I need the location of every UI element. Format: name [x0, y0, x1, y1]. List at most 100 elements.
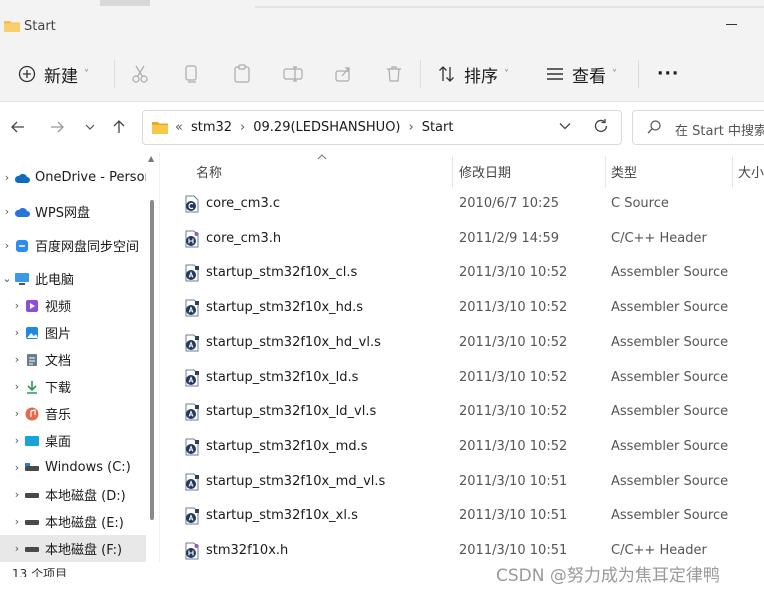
- cut-button[interactable]: [131, 46, 149, 102]
- overflow-chevron[interactable]: «: [175, 120, 183, 135]
- file-type: C Source: [611, 196, 669, 211]
- up-button[interactable]: [109, 116, 129, 138]
- paste-button[interactable]: [233, 46, 251, 102]
- sidebar-item-drive-e[interactable]: › 本地磁盘 (E:): [0, 508, 146, 535]
- delete-button[interactable]: [386, 46, 402, 102]
- refresh-button[interactable]: [593, 118, 609, 138]
- recent-locations-button[interactable]: [80, 116, 100, 138]
- breadcrumb-project[interactable]: 09.29(LEDSHANSHUO): [253, 120, 400, 135]
- rename-button[interactable]: [283, 46, 303, 102]
- table-row[interactable]: core_cm3.c 2010/6/7 10:25 C Source: [180, 187, 764, 221]
- address-box[interactable]: « stm32 › 09.29(LEDSHANSHUO) › Start: [142, 110, 622, 145]
- search-box[interactable]: 在 Start 中搜索: [632, 110, 764, 145]
- column-header-date[interactable]: 修改日期: [459, 162, 511, 181]
- table-row[interactable]: startup_stm32f10x_ld.s 2011/3/10 10:52 Ass…: [180, 361, 764, 395]
- chevron-right-icon[interactable]: ›: [0, 239, 14, 252]
- column-header-type[interactable]: 类型: [611, 162, 637, 181]
- table-row[interactable]: startup_stm32f10x_md.s 2011/3/10 10:52 Ass…: [180, 430, 764, 464]
- chevron-right-icon[interactable]: ›: [10, 461, 24, 474]
- refresh-icon: [594, 119, 608, 133]
- minimize-button[interactable]: [726, 24, 737, 25]
- more-options-button[interactable]: ···: [657, 46, 679, 102]
- chevron-right-icon[interactable]: ›: [0, 171, 14, 184]
- breadcrumb-separator[interactable]: ›: [409, 120, 414, 135]
- search-icon: [647, 120, 661, 134]
- sidebar-item-label: 视频: [45, 300, 72, 315]
- chevron-right-icon[interactable]: ›: [10, 434, 24, 447]
- forward-button[interactable]: [47, 116, 67, 138]
- table-row[interactable]: startup_stm32f10x_ld_vl.s 2011/3/10 10:52…: [180, 395, 764, 429]
- chevron-right-icon[interactable]: ›: [10, 488, 24, 501]
- column-divider[interactable]: [452, 156, 453, 188]
- baidu-sync-icon: [14, 238, 30, 254]
- file-type: Assembler Source: [611, 438, 729, 454]
- chevron-right-icon[interactable]: ›: [0, 205, 14, 218]
- view-button[interactable]: 查看 ˅: [546, 46, 617, 102]
- table-row[interactable]: core_cm3.h 2011/2/9 14:59 C/C++ Header: [180, 222, 764, 256]
- sidebar-item-music[interactable]: › 音乐: [0, 400, 146, 427]
- sidebar-item-videos[interactable]: › 视频: [0, 292, 146, 319]
- asm-file-icon: [184, 299, 200, 317]
- table-row[interactable]: startup_stm32f10x_hd_vl.s 2011/3/10 10:52…: [180, 326, 764, 360]
- table-row[interactable]: startup_stm32f10x_cl.s 2011/3/10 10:52 Ass…: [180, 256, 764, 290]
- sidebar-item-onedrive[interactable]: › OneDrive - Personal: [0, 164, 146, 191]
- breadcrumb-stm32[interactable]: stm32: [191, 120, 232, 135]
- share-button[interactable]: [334, 46, 352, 102]
- chevron-down-icon[interactable]: ⌄: [0, 272, 14, 285]
- table-row[interactable]: startup_stm32f10x_xl.s 2011/3/10 10:51 Ass…: [180, 499, 764, 533]
- chevron-right-icon[interactable]: ›: [10, 326, 24, 339]
- file-name: startup_stm32f10x_md.s: [206, 438, 368, 454]
- search-input[interactable]: 在 Start 中搜索: [675, 120, 764, 139]
- header-file-icon: [184, 542, 200, 560]
- new-button[interactable]: 新建 ˅: [18, 46, 89, 102]
- sidebar-item-label: 音乐: [45, 408, 72, 423]
- sidebar-item-drive-f[interactable]: › 本地磁盘 (F:): [0, 535, 146, 562]
- file-list: 名称 修改日期 类型 大小 core_cm3.c 2010/6/7 10:25 C …: [160, 152, 764, 592]
- column-divider[interactable]: [605, 156, 606, 188]
- file-date: 2011/3/10 10:52: [459, 404, 568, 420]
- file-date: 2011/2/9 14:59: [459, 230, 559, 246]
- chevron-right-icon[interactable]: ›: [10, 407, 24, 420]
- file-name: core_cm3.h: [206, 230, 282, 246]
- sidebar-item-baidu[interactable]: › 百度网盘同步空间: [0, 232, 146, 259]
- file-type: C/C++ Header: [611, 543, 707, 558]
- column-header-name[interactable]: 名称: [196, 162, 222, 181]
- drive-icon: [24, 541, 40, 557]
- toolbar-divider: [420, 60, 421, 88]
- sidebar-item-documents[interactable]: › 文档: [0, 346, 146, 373]
- sidebar-item-pictures[interactable]: › 图片: [0, 319, 146, 346]
- sidebar-item-downloads[interactable]: › 下载: [0, 373, 146, 400]
- chevron-right-icon[interactable]: ›: [10, 515, 24, 528]
- breadcrumb-separator[interactable]: ›: [240, 120, 245, 135]
- sidebar-item-label: 文档: [45, 354, 72, 369]
- sidebar-scrollbar[interactable]: [150, 200, 154, 520]
- sort-button[interactable]: 排序 ˅: [438, 46, 509, 102]
- documents-icon: [24, 352, 40, 368]
- wps-cloud-icon: [14, 204, 30, 220]
- sort-ascending-icon: [317, 152, 327, 163]
- sidebar-item-wps[interactable]: › WPS网盘: [0, 198, 146, 225]
- more-icon: ···: [657, 64, 680, 84]
- sidebar-item-drive-d[interactable]: › 本地磁盘 (D:): [0, 481, 146, 508]
- table-row[interactable]: startup_stm32f10x_hd.s 2011/3/10 10:52 Ass…: [180, 291, 764, 325]
- chevron-right-icon[interactable]: ›: [10, 353, 24, 366]
- sidebar-item-label: 桌面: [45, 435, 72, 450]
- table-row[interactable]: startup_stm32f10x_md_vl.s 2011/3/10 10:51…: [180, 465, 764, 499]
- asm-file-icon: [184, 403, 200, 421]
- back-button[interactable]: [8, 116, 28, 138]
- breadcrumb-start[interactable]: Start: [422, 120, 454, 135]
- sidebar-item-drive-c[interactable]: › Windows (C:): [0, 454, 146, 481]
- chevron-right-icon[interactable]: ›: [10, 380, 24, 393]
- sidebar-item-desktop[interactable]: › 桌面: [0, 427, 146, 454]
- column-header-size[interactable]: 大小: [738, 162, 764, 181]
- copy-button[interactable]: [183, 46, 199, 102]
- column-divider[interactable]: [732, 156, 733, 188]
- scroll-up-arrow[interactable]: ▲: [148, 154, 154, 163]
- sidebar-item-label: 本地磁盘 (F:): [45, 543, 123, 558]
- scissors-icon: [132, 65, 148, 83]
- chevron-right-icon[interactable]: ›: [10, 542, 24, 555]
- file-date: 2010/6/7 10:25: [459, 196, 559, 211]
- chevron-right-icon[interactable]: ›: [10, 299, 24, 312]
- address-dropdown-button[interactable]: [559, 119, 571, 133]
- sidebar-item-this-pc[interactable]: ⌄ 此电脑: [0, 265, 146, 292]
